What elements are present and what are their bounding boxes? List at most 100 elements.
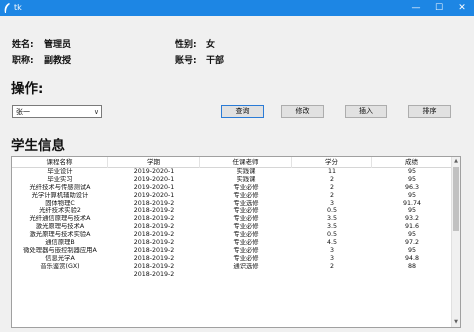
column-header-teacher[interactable]: 任课老师 <box>200 157 292 168</box>
table-cell: 2018-2019-2 <box>133 270 175 278</box>
chevron-down-icon[interactable]: ∨ <box>94 107 99 117</box>
table-cell: 2 <box>329 262 334 270</box>
table-cell: 2 <box>329 175 334 183</box>
table-cell: 11 <box>327 168 336 175</box>
table-row[interactable]: 光纤技术实验2 2018-2019-2 专业必修 0.5 95 <box>12 207 452 215</box>
table-row[interactable]: 光学计算机辅助设计 2019-2020-1 专业必修 2 95 <box>12 192 452 200</box>
table-cell: 专业必修 <box>233 246 259 254</box>
table-row[interactable]: 信息光学A 2018-2019-2 专业必修 3 94.8 <box>12 255 452 263</box>
table-row[interactable]: 毕业实习 2019-2020-1 实践课 2 95 <box>12 176 452 184</box>
table-cell: 实践课 <box>236 175 256 183</box>
table-cell: 信息光学A <box>45 254 75 262</box>
table-cell: 专业必修 <box>233 207 259 215</box>
title-value: 副教授 <box>44 56 72 66</box>
table-cell: 2018-2019-2 <box>133 199 175 207</box>
insert-button[interactable]: 插入 <box>345 105 387 118</box>
table-row[interactable]: 激光原理与技术A 2018-2019-2 专业必修 3.5 91.6 <box>12 223 452 231</box>
table-cell: 2018-2019-2 <box>133 262 175 270</box>
table-cell: 95 <box>407 191 416 199</box>
window-titlebar: tk — ☐ ✕ <box>0 0 474 16</box>
table-row[interactable]: 光纤技术与传感测试A 2019-2020-1 专业必修 2 96.3 <box>12 184 452 192</box>
table-cell: 专业必修 <box>233 239 259 247</box>
maximize-button[interactable]: ☐ <box>428 0 450 16</box>
table-cell: 97.2 <box>404 239 420 247</box>
table-cell: 专业选修 <box>233 199 259 207</box>
table-cell: 通识选修 <box>233 262 259 270</box>
table-row[interactable]: 光纤通信原理与技术A 2018-2019-2 专业必修 3.5 93.2 <box>12 215 452 223</box>
table-cell: 2018-2019-2 <box>133 239 175 247</box>
table-cell: 2 <box>329 191 334 199</box>
edit-button[interactable]: 修改 <box>281 105 324 118</box>
table-cell <box>200 271 292 279</box>
table-row[interactable]: 微处理器与嵌控制器应用A 2018-2019-2 专业必修 3 95 <box>12 247 452 255</box>
table-cell <box>12 271 108 279</box>
table-row[interactable]: 通信原理B 2018-2019-2 专业必修 4.5 97.2 <box>12 239 452 247</box>
table-cell: 95 <box>407 231 416 239</box>
maximize-icon: ☐ <box>434 3 444 13</box>
table-cell: 专业必修 <box>233 223 259 231</box>
table-cell: 2018-2019-2 <box>133 223 175 231</box>
table-cell: 91.6 <box>404 223 420 231</box>
table-cell: 2018-2019-2 <box>133 215 175 223</box>
table-cell: 4.5 <box>326 239 337 247</box>
table-row[interactable]: 固体物理C 2018-2019-2 专业选修 3 91.74 <box>12 200 452 208</box>
window-title: tk <box>14 3 22 12</box>
table-cell: 激光原理与技术A <box>35 223 85 231</box>
table-cell: 0.5 <box>326 207 337 215</box>
table-cell: 2018-2019-2 <box>133 231 175 239</box>
scroll-up-icon[interactable]: ▲ <box>452 157 460 166</box>
table-cell: 实践课 <box>236 168 256 175</box>
table-body: 毕业设计 2019-2020-1 实践课 11 95 毕业实习 2019-2020-1 实践课… <box>12 168 452 278</box>
operations-heading: 操作: <box>11 81 44 97</box>
table-cell: 微处理器与嵌控制器应用A <box>23 246 97 254</box>
table-cell: 91.74 <box>402 199 422 207</box>
title-label: 职称: <box>12 56 34 66</box>
table-cell: 2019-2020-1 <box>133 175 175 183</box>
close-icon: ✕ <box>458 3 466 13</box>
table-cell: 激光原理与技术实验A <box>29 231 91 239</box>
student-select[interactable]: 张一 ∨ <box>12 105 102 118</box>
gender-value: 女 <box>206 40 216 50</box>
column-header-course[interactable]: 课程名称 <box>12 157 108 168</box>
table-cell: 95 <box>407 175 416 183</box>
grades-table[interactable]: 课程名称 学期 任课老师 学分 成绩 毕业设计 2019-2020-1 实践课 11 9… <box>11 156 461 328</box>
table-cell: 3 <box>329 254 334 262</box>
table-row[interactable]: 毕业设计 2019-2020-1 实践课 11 95 <box>12 168 452 176</box>
table-row[interactable]: 激光原理与技术实验A 2018-2019-2 专业必修 0.5 95 <box>12 231 452 239</box>
minimize-icon: — <box>411 3 421 13</box>
table-cell: 固体物理C <box>45 199 75 207</box>
student-info-heading: 学生信息 <box>11 138 65 154</box>
scroll-down-icon[interactable]: ▼ <box>452 318 460 327</box>
close-button[interactable]: ✕ <box>451 0 473 16</box>
table-cell: 2019-2020-1 <box>133 183 175 191</box>
table-cell: 光纤通信原理与技术A <box>29 215 91 223</box>
sort-button[interactable]: 排序 <box>408 105 451 118</box>
feather-app-icon <box>4 3 10 13</box>
table-cell: 0.5 <box>326 231 337 239</box>
minimize-button[interactable]: — <box>405 0 427 16</box>
query-button[interactable]: 查询 <box>221 105 264 118</box>
table-cell: 专业必修 <box>233 183 259 191</box>
column-header-credit[interactable]: 学分 <box>292 157 372 168</box>
table-cell: 93.2 <box>404 215 420 223</box>
table-cell: 2018-2019-2 <box>133 254 175 262</box>
column-header-term[interactable]: 学期 <box>108 157 200 168</box>
name-label: 姓名: <box>12 40 34 50</box>
account-label: 账号: <box>175 56 197 66</box>
scrollbar-thumb[interactable] <box>453 167 459 231</box>
table-row[interactable]: 2018-2019-2 <box>12 271 452 279</box>
table-cell: 毕业实习 <box>47 175 73 183</box>
column-header-score[interactable]: 成绩 <box>372 157 452 168</box>
table-cell: 3 <box>329 199 334 207</box>
table-cell: 音乐鉴赏(GX) <box>40 262 80 270</box>
table-cell: 2019-2020-1 <box>133 191 175 199</box>
table-cell: 通信原理B <box>45 239 75 247</box>
table-cell: 专业必修 <box>233 254 259 262</box>
vertical-scrollbar[interactable]: ▲ ▼ <box>451 157 460 327</box>
table-cell: 专业必修 <box>233 231 259 239</box>
table-cell: 95 <box>407 246 416 254</box>
table-cell: 3 <box>329 246 334 254</box>
table-cell: 3.5 <box>326 215 337 223</box>
table-row[interactable]: 音乐鉴赏(GX) 2018-2019-2 通识选修 2 88 <box>12 263 452 271</box>
table-header: 课程名称 学期 任课老师 学分 成绩 <box>12 157 452 168</box>
